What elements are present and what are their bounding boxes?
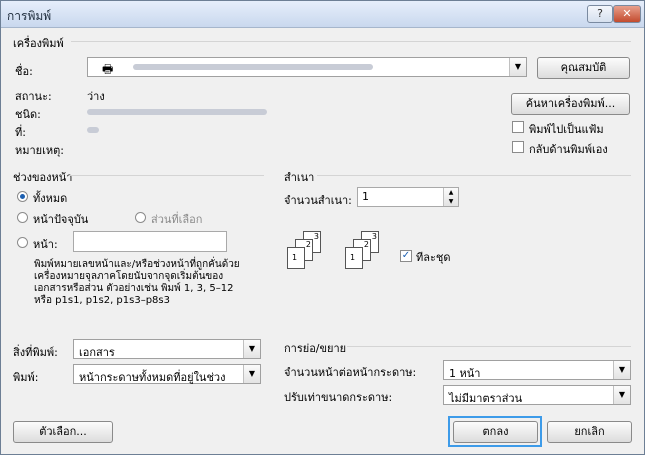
chevron-down-icon[interactable]: ▼ xyxy=(509,58,526,76)
scale-label: ปรับเท่าขนาดกระดาษ: xyxy=(284,391,393,404)
status-value: ว่าง xyxy=(87,90,105,103)
title-bar: การพิมพ์ ? ✕ xyxy=(1,1,644,28)
page-range-all-radio[interactable] xyxy=(17,191,28,202)
chevron-down-icon[interactable]: ▼ xyxy=(613,361,630,379)
collate-page-1b: 1 xyxy=(345,247,363,269)
copies-group-line xyxy=(317,175,631,176)
pages-input[interactable] xyxy=(73,231,227,252)
printer-name-select[interactable]: 🖶 ▼ xyxy=(87,57,527,77)
print-value: หน้ากระดาษทั้งหมดที่อยู่ในช่วง xyxy=(79,371,226,384)
collate-page-1a: 1 xyxy=(287,247,305,269)
page-range-selection-label: ส่วนที่เลือก xyxy=(151,213,203,226)
properties-button[interactable]: คุณสมบัติ xyxy=(537,57,630,79)
scale-select[interactable]: ไม่มีมาตราส่วน ▼ xyxy=(443,385,631,405)
page-range-current-radio[interactable] xyxy=(17,212,28,223)
type-value-blurred xyxy=(87,109,267,115)
collate-page-number: 2 xyxy=(363,240,369,249)
pages-per-sheet-select[interactable]: 1 หน้า ▼ xyxy=(443,360,631,380)
help-button[interactable]: ? xyxy=(587,5,613,23)
page-range-selection-radio xyxy=(135,212,146,223)
options-button[interactable]: ตัวเลือก... xyxy=(13,421,113,443)
page-range-pages-label: หน้า: xyxy=(33,238,58,251)
printer-icon: 🖶 xyxy=(102,62,114,76)
print-what-value: เอกสาร xyxy=(79,346,115,359)
zoom-group-title: การย่อ/ขยาย xyxy=(284,342,347,355)
copies-count-value: 1 xyxy=(362,190,369,203)
print-to-file-label: พิมพ์ไปเป็นแฟ้ม xyxy=(529,123,604,136)
pages-per-sheet-value: 1 หน้า xyxy=(449,367,481,380)
type-label: ชนิด: xyxy=(15,108,41,121)
chevron-down-icon[interactable]: ▼ xyxy=(243,340,260,358)
page-range-all-label: ทั้งหมด xyxy=(33,192,68,205)
ok-button[interactable]: ตกลง xyxy=(453,421,538,443)
print-select[interactable]: หน้ากระดาษทั้งหมดที่อยู่ในช่วง ▼ xyxy=(73,364,261,384)
collate-page-number: 3 xyxy=(371,232,377,241)
printer-name-blurred xyxy=(133,64,373,70)
page-range-group-title: ช่วงของหน้า xyxy=(13,171,73,184)
manual-duplex-label: กลับด้านพิมพ์เอง xyxy=(529,143,608,156)
collate-page-number: 3 xyxy=(313,232,319,241)
collate-page-number: 1 xyxy=(350,253,356,262)
collate-checkbox[interactable]: ✓ xyxy=(400,250,412,262)
find-printer-button[interactable]: ค้นหาเครื่องพิมพ์... xyxy=(511,93,630,115)
print-to-file-checkbox[interactable] xyxy=(512,121,524,133)
page-range-current-label: หน้าปัจจุบัน xyxy=(33,213,89,226)
collate-label: ทีละชุด xyxy=(416,251,451,264)
page-range-group-line xyxy=(69,175,264,176)
where-label: ที่: xyxy=(15,126,26,139)
copies-group-title: สำเนา xyxy=(284,171,315,184)
printer-name-label: ชื่อ: xyxy=(15,65,33,78)
manual-duplex-checkbox[interactable] xyxy=(512,141,524,153)
collate-page-number: 1 xyxy=(292,253,298,262)
where-value-blurred xyxy=(87,127,99,133)
print-dialog: การพิมพ์ ? ✕ เครื่องพิมพ์ ชื่อ: 🖶 ▼ คุณส… xyxy=(0,0,645,455)
spinner-arrows-icon[interactable]: ▲ ▼ xyxy=(443,188,458,206)
pages-per-sheet-label: จำนวนหน้าต่อหน้ากระดาษ: xyxy=(284,366,417,379)
scale-value: ไม่มีมาตราส่วน xyxy=(449,392,523,405)
page-range-hint: พิมพ์หมายเลขหน้าและ/หรือช่วงหน้าที่ถูกคั… xyxy=(34,259,240,306)
print-label: พิมพ์: xyxy=(13,371,39,384)
print-what-label: สิ่งที่พิมพ์: xyxy=(13,346,58,359)
print-what-select[interactable]: เอกสาร ▼ xyxy=(73,339,261,359)
cancel-button[interactable]: ยกเลิก xyxy=(547,421,632,443)
printer-group-line xyxy=(71,41,631,42)
status-label: สถานะ: xyxy=(15,90,52,103)
page-range-pages-radio[interactable] xyxy=(17,237,28,248)
printer-group-title: เครื่องพิมพ์ xyxy=(13,37,64,50)
copies-count-label: จำนวนสำเนา: xyxy=(284,194,352,207)
zoom-group-line xyxy=(347,346,631,347)
copies-count-input[interactable]: 1 ▲ ▼ xyxy=(357,187,459,207)
window-title: การพิมพ์ xyxy=(7,9,52,23)
close-button[interactable]: ✕ xyxy=(613,5,641,23)
comment-label: หมายเหตุ: xyxy=(15,144,64,157)
chevron-down-icon[interactable]: ▼ xyxy=(613,386,630,404)
collate-page-number: 2 xyxy=(305,240,311,249)
chevron-down-icon[interactable]: ▼ xyxy=(243,365,260,383)
